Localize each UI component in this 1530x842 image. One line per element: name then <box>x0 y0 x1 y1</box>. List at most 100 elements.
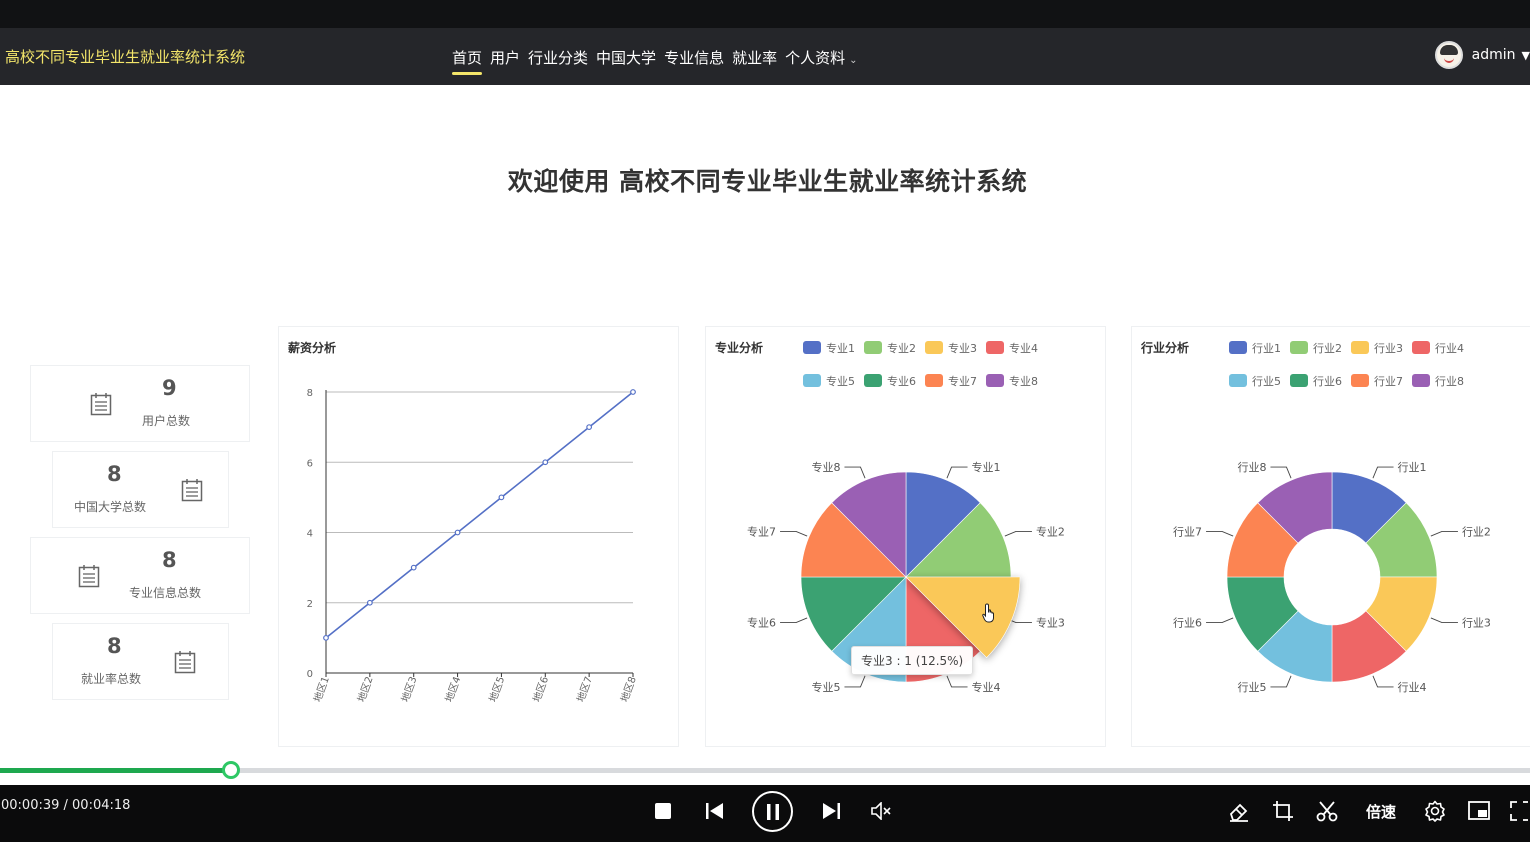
slice-label: 行业2 <box>1462 525 1491 538</box>
x-tick-label: 地区7 <box>574 675 595 704</box>
pause-button[interactable] <box>752 791 793 832</box>
nav-profile[interactable]: 个人资料 ⌄ <box>785 47 857 68</box>
stat-value: 8 <box>162 548 177 572</box>
slice-label: 行业1 <box>1398 461 1427 474</box>
label-leader-line <box>780 617 808 623</box>
calendar-icon <box>78 565 100 588</box>
nav-home[interactable]: 首页 <box>452 47 483 75</box>
y-tick-label: 4 <box>307 529 313 540</box>
slice-label: 行业8 <box>1237 461 1266 474</box>
stop-button[interactable] <box>652 800 674 822</box>
playback-speed-button[interactable]: 倍速 <box>1358 799 1404 823</box>
eraser-icon <box>1229 803 1248 822</box>
clip-button[interactable] <box>1315 799 1339 823</box>
video-top-strip <box>0 0 1530 28</box>
slice-label: 专业1 <box>972 460 1001 474</box>
label-leader-line <box>946 466 968 479</box>
data-point[interactable] <box>542 459 549 466</box>
calendar-icon <box>174 651 196 674</box>
fullscreen-icon <box>1510 801 1528 821</box>
nav-employment[interactable]: 就业率 <box>732 47 777 68</box>
calendar-icon <box>90 393 112 416</box>
x-tick-label: 地区4 <box>442 675 463 704</box>
slice-label: 专业4 <box>972 680 1001 694</box>
speaker-muted-icon <box>871 802 891 820</box>
annotate-button[interactable] <box>1227 799 1251 823</box>
top-navbar: 高校不同专业毕业生就业率统计系统 首页 用户 行业分类 中国大学 专业信息 就业… <box>0 28 1530 85</box>
welcome-heading: 欢迎使用 高校不同专业毕业生就业率统计系统 <box>507 167 1028 196</box>
nav-industry[interactable]: 行业分类 <box>528 47 588 68</box>
brand-title: 高校不同专业毕业生就业率统计系统 <box>5 48 246 66</box>
y-tick-label: 8 <box>307 388 313 399</box>
label-leader-line <box>844 675 866 688</box>
stat-card-majors: 8 专业信息总数 <box>30 537 250 614</box>
label-leader-line <box>844 466 866 479</box>
slice-label: 专业6 <box>747 616 776 630</box>
y-tick-label: 2 <box>307 599 313 610</box>
y-tick-label: 0 <box>307 669 313 680</box>
slice-label: 专业7 <box>747 524 776 538</box>
x-tick-label: 地区6 <box>530 675 551 704</box>
user-menu[interactable]: admin ▼ <box>1434 41 1530 69</box>
label-leader-line <box>946 675 968 688</box>
data-point[interactable] <box>630 389 636 395</box>
data-point[interactable] <box>498 494 505 501</box>
label-leader-line <box>1372 466 1394 479</box>
x-tick-label: 地区1 <box>311 675 332 704</box>
hand-cursor-icon <box>982 603 994 623</box>
slice-label: 行业4 <box>1398 681 1427 694</box>
gear-icon <box>1425 800 1445 822</box>
slice-label: 专业3 <box>1036 616 1065 630</box>
caret-down-icon[interactable]: ▼ <box>1522 49 1530 62</box>
salary-chart-panel: 薪资分析 0 2 4 6 8 地区1 地区2 地区3 地区4 地区5 地区6 地区7 地区8 <box>278 326 679 747</box>
video-progress-fill <box>0 768 232 773</box>
stat-value: 8 <box>107 634 122 658</box>
chart-tooltip: 专业3 : 1 (12.5%) <box>851 646 974 675</box>
slice-label: 专业8 <box>811 460 840 474</box>
nav-profile-label: 个人资料 <box>785 49 846 67</box>
crop-icon <box>1273 801 1293 821</box>
video-player-bar: 00:00:39 / 00:04:18 倍速 <box>0 785 1530 842</box>
x-tick-label: 地区8 <box>618 675 639 704</box>
label-leader-line <box>1270 466 1292 479</box>
skip-back-icon <box>706 803 723 819</box>
video-progress-knob[interactable] <box>222 761 241 779</box>
stat-card-universities: 8 中国大学总数 <box>52 451 229 528</box>
nav-users[interactable]: 用户 <box>490 47 520 68</box>
picture-in-picture-button[interactable] <box>1467 799 1491 823</box>
stat-value: 9 <box>162 376 177 400</box>
slice-label: 行业6 <box>1173 617 1202 630</box>
slice-label: 专业2 <box>1036 524 1065 538</box>
label-leader-line <box>780 531 808 537</box>
stat-label: 就业率总数 <box>81 672 142 686</box>
stop-icon <box>655 803 671 819</box>
settings-button[interactable] <box>1423 799 1447 823</box>
nav-major[interactable]: 专业信息 <box>664 47 724 68</box>
crop-button[interactable] <box>1271 799 1295 823</box>
data-point[interactable] <box>323 634 329 641</box>
nav-university[interactable]: 中国大学 <box>596 47 656 68</box>
industry-donut-chart: 行业1 行业2 行业3 行业4 行业5 行业6 行业7 行业8 <box>1173 461 1491 694</box>
calendar-icon <box>181 479 203 502</box>
stat-label: 用户总数 <box>142 414 191 428</box>
username[interactable]: admin <box>1472 47 1516 63</box>
label-leader-line <box>1372 675 1394 688</box>
major-chart-panel: 专业分析 专业1 专业2 专业3 专业4 专业5 专业6 专业7 专业8 专业1 专业2 专业3 专… <box>705 326 1106 747</box>
data-point[interactable] <box>454 529 461 536</box>
previous-button[interactable] <box>704 800 726 822</box>
data-point[interactable] <box>366 599 373 606</box>
data-point[interactable] <box>586 424 593 431</box>
next-button[interactable] <box>820 800 842 822</box>
stat-card-employment: 8 就业率总数 <box>52 623 229 700</box>
avatar[interactable] <box>1434 41 1463 69</box>
chevron-down-icon: ⌄ <box>849 55 858 66</box>
stat-value: 8 <box>107 462 122 486</box>
fullscreen-button[interactable] <box>1510 799 1530 823</box>
app-root: 高校不同专业毕业生就业率统计系统 首页 用户 行业分类 中国大学 专业信息 就业… <box>0 0 1530 842</box>
label-leader-line <box>1430 531 1458 537</box>
data-point[interactable] <box>410 564 417 571</box>
mute-button[interactable] <box>870 799 894 823</box>
pause-icon <box>766 803 779 820</box>
scissors-icon <box>1316 801 1338 822</box>
label-leader-line <box>1206 617 1234 623</box>
